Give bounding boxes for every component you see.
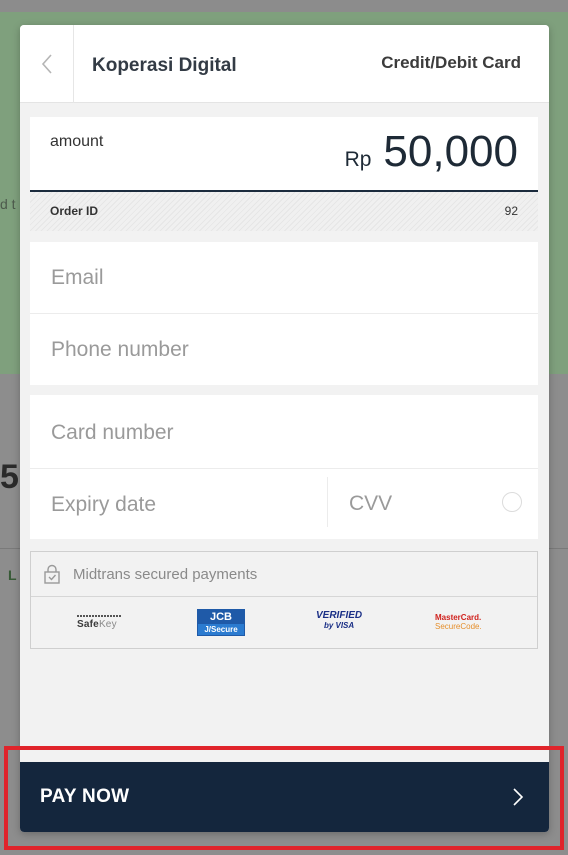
cvv-help-icon[interactable] bbox=[502, 492, 522, 512]
jcb-logo-top: JCB bbox=[198, 610, 244, 624]
amount-currency: Rp bbox=[344, 148, 372, 171]
mastercard-logo-top: MasterCard. bbox=[435, 613, 482, 622]
amount-value: Rp 50,000 bbox=[345, 127, 518, 177]
visa-logo-bottom: by VISA bbox=[323, 621, 355, 630]
phone-number-field[interactable] bbox=[30, 314, 538, 385]
expiry-date-field[interactable] bbox=[30, 469, 327, 540]
jcb-secure-logo: JCB J/Secure bbox=[197, 609, 245, 636]
card-details-section bbox=[30, 395, 538, 540]
email-field[interactable] bbox=[30, 242, 538, 313]
verified-by-visa-logo: VERIFIED by VISA bbox=[316, 610, 362, 630]
safekey-logo-main: Safe bbox=[77, 619, 99, 630]
security-info-box: Midtrans secured payments SafeKey JCB J/… bbox=[30, 551, 538, 649]
amount-number: 50,000 bbox=[383, 127, 518, 176]
modal-header: Koperasi Digital Credit/Debit Card bbox=[20, 25, 549, 103]
security-logos: SafeKey JCB J/Secure VERIFIED by VISA Ma… bbox=[31, 598, 537, 648]
lock-icon bbox=[44, 564, 60, 584]
order-id-value: 92 bbox=[504, 204, 518, 218]
background-link-snippet: L bbox=[8, 567, 17, 583]
amount-label: amount bbox=[50, 133, 104, 150]
safekey-logo: SafeKey bbox=[77, 615, 121, 630]
safekey-logo-bar bbox=[77, 615, 121, 617]
back-button[interactable] bbox=[20, 25, 74, 103]
payment-method-title: Credit/Debit Card bbox=[381, 53, 521, 72]
background-top-band bbox=[0, 0, 568, 12]
safekey-logo-sub: Key bbox=[98, 619, 117, 630]
mastercard-securecode-logo: MasterCard. SecureCode. bbox=[435, 613, 482, 631]
security-text: Midtrans secured payments bbox=[73, 566, 258, 583]
security-header: Midtrans secured payments bbox=[31, 552, 537, 597]
amount-summary: amount Rp 50,000 Order ID 92 bbox=[30, 117, 538, 231]
jcb-logo-bottom: J/Secure bbox=[198, 624, 244, 635]
order-id-label: Order ID bbox=[50, 204, 99, 218]
payment-modal: Koperasi Digital Credit/Debit Card amoun… bbox=[20, 25, 549, 832]
pay-now-button[interactable]: PAY NOW bbox=[20, 762, 549, 832]
order-id-row: Order ID 92 bbox=[30, 192, 538, 231]
chevron-right-icon bbox=[513, 788, 524, 806]
mastercard-logo-bottom: SecureCode. bbox=[435, 622, 482, 631]
pay-now-label: PAY NOW bbox=[40, 786, 130, 807]
chevron-left-icon bbox=[41, 54, 52, 74]
background-text-snippet: d t bbox=[0, 196, 16, 212]
merchant-name: Koperasi Digital bbox=[92, 55, 237, 76]
contact-details-section bbox=[30, 242, 538, 385]
card-number-field[interactable] bbox=[30, 397, 538, 468]
visa-logo-top: VERIFIED bbox=[316, 610, 363, 621]
